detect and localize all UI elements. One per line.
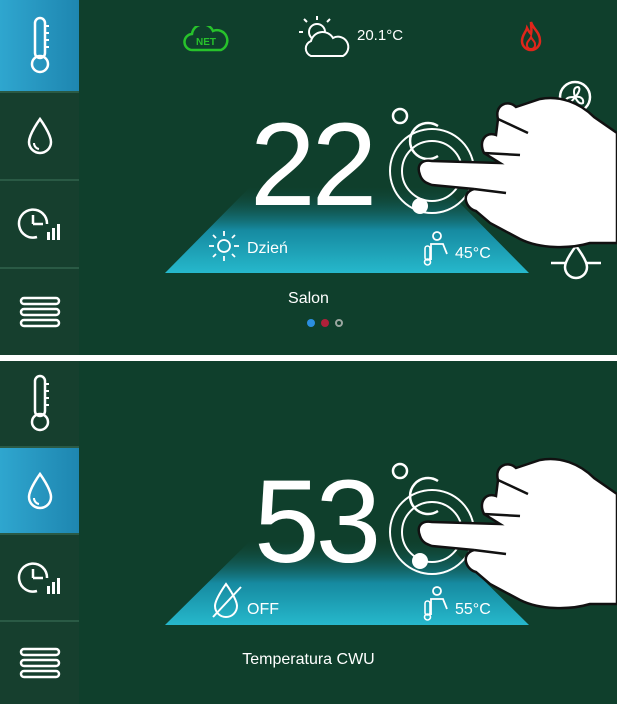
sidebar-item-water[interactable] (0, 93, 79, 181)
sidebar-item-schedule[interactable] (0, 181, 79, 269)
water-drop-icon (27, 116, 52, 155)
water-drop-icon (27, 471, 52, 509)
page-indicator[interactable] (307, 319, 343, 327)
set-temperature[interactable]: 53 (254, 463, 381, 581)
page-dot-active[interactable] (307, 319, 315, 327)
sidebar-item-temperature[interactable] (0, 361, 79, 448)
flame-icon (519, 20, 543, 57)
hand-pointer-icon (389, 457, 617, 610)
set-temperature[interactable]: 22 (250, 106, 377, 224)
bottom-screen: 53 OFF 55°C Temperatura CWU (0, 361, 617, 704)
page-dot[interactable] (335, 319, 343, 327)
thermometer-icon (30, 374, 49, 431)
partly-cloudy-icon (297, 14, 353, 65)
mode-label: Dzień (247, 240, 288, 257)
hand-pointer-icon (389, 96, 617, 249)
sidebar-item-temperature[interactable] (0, 0, 79, 93)
outdoor-temperature: 20.1°C (357, 27, 404, 44)
mode-label: OFF (247, 601, 279, 618)
sidebar-item-water[interactable] (0, 448, 79, 535)
sidebar-item-schedule[interactable] (0, 535, 79, 622)
top-screen: NET 20.1°C 22 Dzień 45°C Salon (0, 0, 617, 355)
water-off-icon (212, 582, 242, 618)
sun-icon (209, 231, 239, 261)
sidebar-item-menu[interactable] (0, 269, 79, 355)
clock-chart-icon (17, 208, 60, 240)
thermometer-icon (30, 16, 49, 73)
zone-name: Temperatura CWU (242, 651, 375, 668)
net-cloud-icon[interactable]: NET (183, 23, 229, 57)
clock-chart-icon (17, 561, 60, 594)
zone-name: Salon (288, 290, 329, 307)
page-dot[interactable] (321, 319, 329, 327)
net-label: NET (196, 37, 216, 48)
